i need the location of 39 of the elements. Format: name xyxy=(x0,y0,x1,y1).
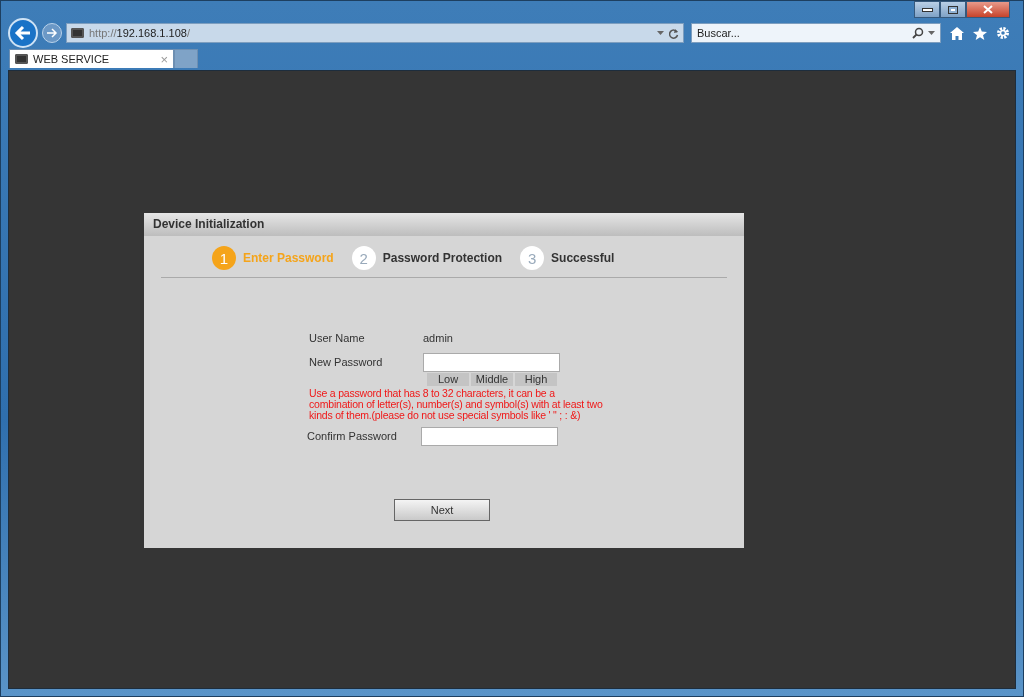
url-text: http://192.168.1.108/ xyxy=(89,27,191,39)
password-hint: Use a password that has 8 to 32 characters, it can be a combination of letter(s), number(s) and symbol(s) with at least two kinds of them.(please do not use special symbols like ' " ; : &) xyxy=(309,388,604,421)
back-arrow-icon[interactable] xyxy=(14,25,32,41)
close-button[interactable] xyxy=(966,1,1010,18)
strength-indicator: Middle xyxy=(471,373,513,386)
forward-button[interactable] xyxy=(42,23,62,43)
search-bar[interactable]: Buscar... xyxy=(691,23,941,43)
step-label: Enter Password xyxy=(243,251,334,265)
browser-tab[interactable]: WEB SERVICE × xyxy=(9,49,174,68)
strength-indicator: High xyxy=(515,373,557,386)
step-number: 1 xyxy=(212,246,236,270)
close-icon[interactable] xyxy=(983,5,993,14)
dialog-title: Device Initialization xyxy=(144,213,744,236)
step-label: Successful xyxy=(551,251,615,265)
next-button[interactable]: Next xyxy=(394,499,490,521)
maximize-button[interactable] xyxy=(940,1,966,18)
dropdown-icon[interactable] xyxy=(657,31,664,35)
refresh-icon[interactable] xyxy=(669,27,679,39)
address-bar[interactable]: http://192.168.1.108/ xyxy=(66,23,684,43)
strength-indicator: Low xyxy=(427,373,469,386)
search-input[interactable]: Buscar... xyxy=(697,27,908,39)
field-label: Confirm Password xyxy=(307,430,398,442)
new-password-field[interactable] xyxy=(423,352,560,372)
dropdown-icon[interactable] xyxy=(928,31,935,35)
settings-icon[interactable] xyxy=(996,26,1010,40)
step-number: 2 xyxy=(351,246,376,270)
forward-arrow-icon[interactable] xyxy=(46,28,58,38)
search-icon[interactable] xyxy=(912,27,924,39)
step-number: 3 xyxy=(520,246,545,270)
back-button[interactable] xyxy=(8,18,38,48)
user-name-value: admin xyxy=(423,332,453,344)
star-icon[interactable] xyxy=(973,26,987,40)
field-label: User Name xyxy=(309,332,366,344)
confirm-password-field[interactable] xyxy=(421,426,558,446)
field-label: New Password xyxy=(309,356,384,368)
step-label: Password Protection xyxy=(382,251,503,265)
minimize-button[interactable] xyxy=(914,1,940,18)
home-icon[interactable] xyxy=(950,26,964,40)
tab-title: WEB SERVICE xyxy=(33,53,111,65)
